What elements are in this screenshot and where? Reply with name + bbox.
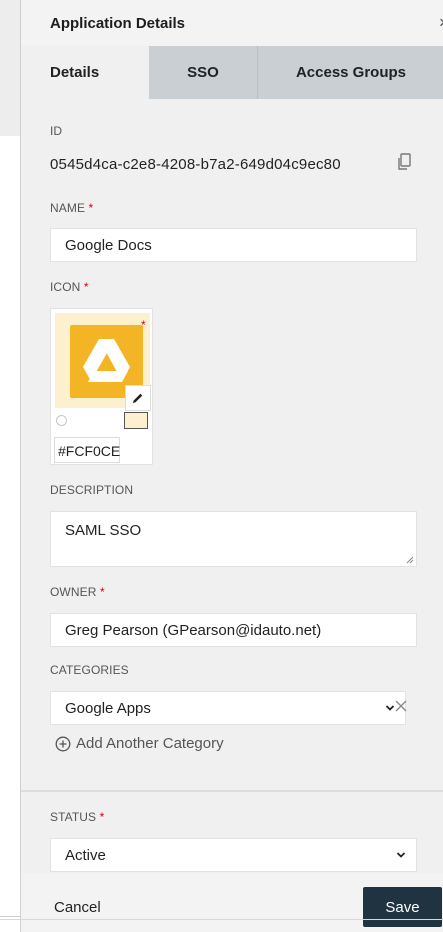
required-mark: * — [83, 280, 89, 294]
edit-icon-button[interactable] — [125, 385, 151, 411]
categories-label: CATEGORIES — [50, 663, 129, 677]
resize-handle-icon[interactable] — [406, 556, 414, 564]
close-icon[interactable] — [393, 698, 409, 714]
pencil-icon — [133, 393, 143, 403]
status-select-value: Active — [65, 847, 106, 864]
category-select-value: Google Apps — [65, 700, 151, 717]
owner-label-text: OWNER — [50, 585, 97, 599]
color-swatch[interactable] — [124, 412, 148, 429]
panel-footer: Cancel Save — [21, 873, 443, 932]
backdrop-band — [0, 0, 20, 136]
panel-header: Application Details × — [21, 0, 443, 46]
icon-label-text: ICON — [50, 280, 81, 294]
tab-sso[interactable]: SSO — [149, 46, 258, 99]
status-label-text: STATUS — [50, 810, 97, 824]
backdrop-line — [0, 916, 20, 917]
cancel-button[interactable]: Cancel — [54, 899, 101, 916]
required-mark: * — [141, 318, 146, 332]
section-divider — [21, 790, 443, 792]
id-value: 0545d4ca-c2e8-4208-b7a2-649d04c9ec80 — [50, 156, 341, 173]
tab-details[interactable]: Details — [21, 46, 149, 99]
required-mark: * — [99, 810, 105, 824]
tab-bar: Details SSO Access Groups — [21, 46, 443, 99]
status-select[interactable]: Active — [50, 838, 417, 872]
page-bottom-line — [0, 919, 443, 920]
close-icon[interactable]: × — [439, 13, 443, 33]
category-select[interactable]: Google Apps — [50, 691, 406, 725]
description-label: DESCRIPTION — [50, 483, 134, 497]
panel-title: Application Details — [50, 15, 186, 32]
application-details-panel: Application Details × Details SSO Access… — [20, 0, 443, 932]
description-text: SAML SSO — [65, 522, 142, 539]
name-label: NAME * — [50, 201, 93, 215]
required-mark: * — [88, 201, 94, 215]
chevron-down-icon — [396, 852, 406, 858]
transparent-radio[interactable] — [56, 415, 67, 426]
icon-label: ICON * — [50, 280, 89, 294]
owner-input[interactable]: Greg Pearson (GPearson@idauto.net) — [50, 613, 417, 647]
tab-access-groups[interactable]: Access Groups — [258, 46, 443, 99]
description-textarea[interactable]: SAML SSO — [50, 511, 417, 567]
add-category-label: Add Another Category — [76, 735, 224, 752]
copy-icon[interactable] — [396, 153, 412, 171]
color-hex-input[interactable]: #FCF0CE — [54, 437, 120, 463]
name-label-text: NAME — [50, 201, 86, 215]
save-button[interactable]: Save — [363, 887, 442, 927]
owner-label: OWNER * — [50, 585, 105, 599]
id-label: ID — [50, 124, 63, 138]
name-input[interactable]: Google Docs — [50, 228, 417, 262]
icon-preview: * — [55, 313, 151, 411]
status-label: STATUS * — [50, 810, 104, 824]
plus-circle-icon — [55, 736, 71, 751]
icon-picker: * #FCF0CE — [50, 308, 153, 465]
required-mark: * — [99, 585, 105, 599]
add-category-link[interactable]: Add Another Category — [55, 735, 224, 752]
